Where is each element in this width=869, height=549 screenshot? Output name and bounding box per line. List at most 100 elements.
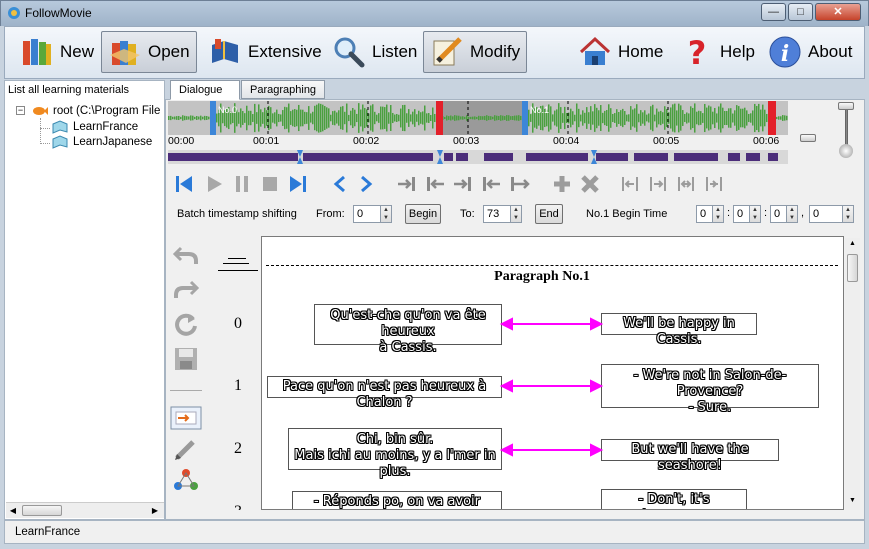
shift-start-left-icon[interactable] xyxy=(424,174,446,194)
expand-icon[interactable] xyxy=(676,174,696,194)
volume-thumb[interactable] xyxy=(838,102,854,110)
to-label: To: xyxy=(460,208,475,220)
info-icon: i xyxy=(769,36,801,68)
help-button[interactable]: ? Help xyxy=(673,31,762,73)
scroll-right-icon[interactable]: ▶ xyxy=(148,503,162,518)
tab-paragraphing[interactable]: Paragraphing xyxy=(241,80,325,99)
help-question-icon: ? xyxy=(688,35,707,69)
home-icon xyxy=(579,36,611,65)
scroll-thumb[interactable] xyxy=(847,254,858,282)
title-bar: FollowMovie — □ ✕ xyxy=(0,0,869,26)
hours-spinner[interactable]: ▲ ▼ xyxy=(712,205,724,223)
minutes-input[interactable]: 0 xyxy=(733,205,750,223)
new-button[interactable]: New xyxy=(13,31,101,73)
home-label: Home xyxy=(618,42,664,61)
begin-button[interactable]: Begin xyxy=(405,204,441,224)
play-icon[interactable] xyxy=(204,174,224,194)
status-text: LearnFrance xyxy=(15,526,81,538)
segment-end-marker[interactable] xyxy=(436,101,443,135)
shift-end-left-icon[interactable] xyxy=(480,174,502,194)
speaker-icon[interactable] xyxy=(839,144,853,158)
tree-item-learnfrance[interactable]: LearnFrance xyxy=(52,120,138,134)
tree-root[interactable]: root (C:\Program File xyxy=(32,104,160,118)
segment-end-marker[interactable] xyxy=(768,101,776,135)
zoom-slider-thumb[interactable] xyxy=(800,134,816,142)
milliseconds-spinner[interactable]: ▲ ▼ xyxy=(842,205,854,223)
maximize-button[interactable]: □ xyxy=(788,3,813,21)
time-label: 00:03 xyxy=(453,135,480,147)
scroll-thumb[interactable] xyxy=(22,505,62,516)
time-label: 00:06 xyxy=(753,135,780,147)
tab-dialogue[interactable]: Dialogue xyxy=(170,80,240,100)
extensive-button[interactable]: Extensive xyxy=(201,31,329,73)
row-number: 0 xyxy=(234,315,242,332)
skip-forward-icon[interactable] xyxy=(288,174,308,194)
books-icon xyxy=(23,39,51,65)
waveform[interactable]: No.0 No.1 xyxy=(168,101,788,135)
save-icon[interactable] xyxy=(173,346,199,372)
scroll-down-icon[interactable]: ▼ xyxy=(845,497,860,504)
undo-icon[interactable] xyxy=(173,244,199,268)
open-button[interactable]: Open xyxy=(101,31,197,73)
media-controls xyxy=(170,172,730,196)
time-separator: : xyxy=(764,207,768,219)
from-spinner[interactable]: ▲ ▼ xyxy=(380,205,392,223)
shift-end-right-icon[interactable] xyxy=(452,174,474,194)
split-icon[interactable] xyxy=(508,174,530,194)
app-icon xyxy=(8,7,20,19)
modify-button[interactable]: Modify xyxy=(423,31,528,73)
time-label: 00:05 xyxy=(653,135,680,147)
dialogue-document[interactable]: Paragraph No.1 Qu'est-che qu'on va ête h… xyxy=(261,236,844,510)
structure-icon[interactable] xyxy=(173,468,199,492)
shrink-icon[interactable] xyxy=(704,174,724,194)
time-separator: , xyxy=(801,207,805,219)
add-icon[interactable] xyxy=(552,174,572,194)
merge-left-icon[interactable] xyxy=(620,174,640,194)
to-spinner[interactable]: ▲ ▼ xyxy=(510,205,522,223)
merge-right-icon[interactable] xyxy=(648,174,668,194)
tree-root-label: root (C:\Program File xyxy=(53,105,161,117)
listen-button[interactable]: Listen xyxy=(325,31,424,73)
to-input[interactable]: 73 xyxy=(483,205,511,223)
time-label: 00:02 xyxy=(353,135,380,147)
shift-start-right-icon[interactable] xyxy=(396,174,418,194)
segment-timeline[interactable] xyxy=(168,150,788,164)
document-vscrollbar[interactable]: ▲ ▼ xyxy=(845,238,860,510)
delete-icon[interactable] xyxy=(580,174,600,194)
seconds-spinner[interactable]: ▲ ▼ xyxy=(786,205,798,223)
next-icon[interactable] xyxy=(356,174,376,194)
minimize-button[interactable]: — xyxy=(761,3,786,21)
stop-icon[interactable] xyxy=(260,174,280,194)
new-label: New xyxy=(60,42,95,61)
insert-row-icon[interactable] xyxy=(170,406,202,430)
milliseconds-input[interactable]: 0 xyxy=(809,205,843,223)
toolbar-divider xyxy=(170,390,202,391)
refresh-icon[interactable] xyxy=(173,312,199,336)
segment-start-marker[interactable] xyxy=(522,101,528,135)
tree-item-label: LearnJapanese xyxy=(73,136,153,148)
skip-back-icon[interactable] xyxy=(174,174,194,194)
close-button[interactable]: ✕ xyxy=(815,3,861,21)
seconds-input[interactable]: 0 xyxy=(770,205,787,223)
hours-input[interactable]: 0 xyxy=(696,205,713,223)
about-button[interactable]: i About xyxy=(761,31,859,73)
tree-collapse-toggle[interactable]: − xyxy=(16,106,25,115)
end-button[interactable]: End xyxy=(535,204,563,224)
time-label: 00:01 xyxy=(253,135,280,147)
help-label: Help xyxy=(720,42,755,61)
minutes-spinner[interactable]: ▲ ▼ xyxy=(749,205,761,223)
svg-text:?: ? xyxy=(688,35,707,69)
tree-hscrollbar[interactable]: ◀ ▶ xyxy=(6,502,164,518)
home-button[interactable]: Home xyxy=(571,31,670,73)
segment-start-marker[interactable] xyxy=(210,101,216,135)
scroll-left-icon[interactable]: ◀ xyxy=(6,503,20,518)
pencil-icon[interactable] xyxy=(173,438,199,462)
magnifier-icon xyxy=(334,37,365,68)
scroll-up-icon[interactable]: ▲ xyxy=(845,240,860,247)
pause-icon[interactable] xyxy=(232,174,252,194)
from-input[interactable]: 0 xyxy=(353,205,381,223)
tree-item-learnjapanese[interactable]: LearnJapanese xyxy=(52,135,152,149)
redo-icon[interactable] xyxy=(173,278,199,302)
volume-slider[interactable] xyxy=(836,102,856,162)
previous-icon[interactable] xyxy=(330,174,350,194)
